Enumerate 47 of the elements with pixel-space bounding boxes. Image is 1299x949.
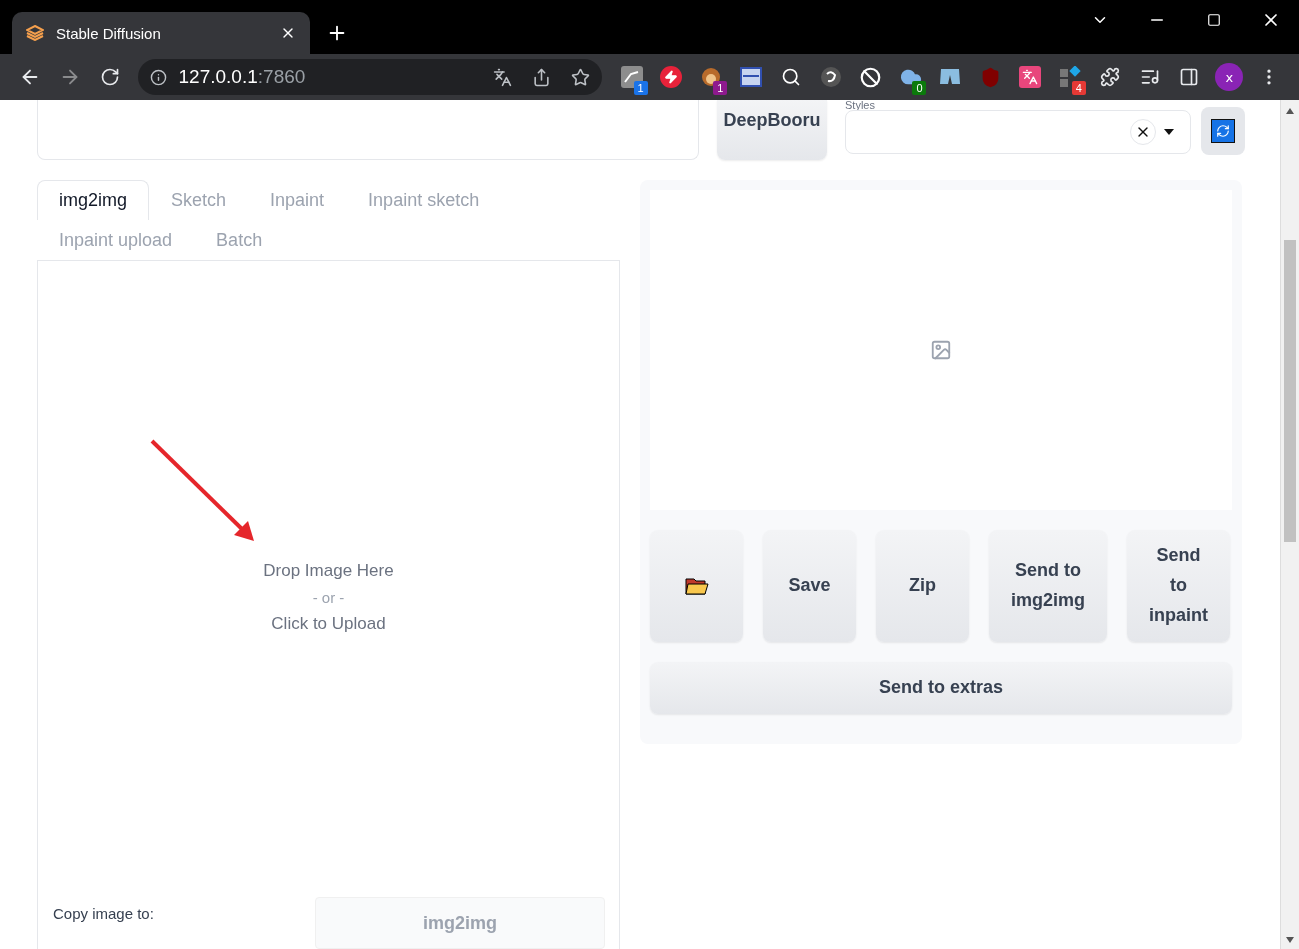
stacked-layers-icon xyxy=(26,25,44,41)
extension-badge: 4 xyxy=(1071,81,1086,95)
maximize-icon[interactable] xyxy=(1206,13,1221,27)
address-bar[interactable]: 127.0.0.1:7860 xyxy=(137,59,602,95)
magnifier-extension-icon[interactable] xyxy=(781,67,801,87)
upload-link[interactable]: Click to Upload xyxy=(271,613,386,634)
tab[interactable]: img2img xyxy=(37,180,150,220)
copy-label: Copy image to: xyxy=(53,904,154,922)
styles-label: Styles xyxy=(845,100,876,110)
caret-icon xyxy=(1164,129,1174,135)
scroll-thumb[interactable] xyxy=(1284,240,1296,542)
refresh-icon xyxy=(1216,124,1230,138)
prompt-field[interactable] xyxy=(37,100,699,160)
shorts-extension-icon[interactable] xyxy=(939,68,962,86)
block-extension-icon[interactable] xyxy=(860,66,882,88)
image-drop-area[interactable]: Drop Image Here - or - Click to Upload Copy image to: img2img xyxy=(37,260,620,949)
profile-avatar[interactable]: x xyxy=(1215,63,1244,91)
scrollbar[interactable] xyxy=(1280,100,1299,949)
browser-tab[interactable]: Stable Diffusion xyxy=(12,12,310,54)
translate-icon[interactable] xyxy=(492,67,512,87)
url-text: 127.0.0.1:7860 xyxy=(178,66,307,88)
media-icon[interactable] xyxy=(1139,67,1160,87)
deepbooru-button[interactable]: DeepBooru xyxy=(717,100,827,160)
image-placeholder-icon xyxy=(930,339,952,361)
scroll-down-icon[interactable] xyxy=(1286,937,1294,943)
side-panel-icon[interactable] xyxy=(1179,67,1200,87)
extension-badge: 1 xyxy=(713,81,728,95)
bolt-extension-icon[interactable] xyxy=(660,66,683,88)
action-button[interactable]: Zip xyxy=(876,530,969,642)
reload-icon[interactable] xyxy=(99,67,120,87)
extensions-icon[interactable] xyxy=(1099,67,1120,87)
scroll-up-icon[interactable] xyxy=(1286,108,1294,114)
tab-title: Stable Diffusion xyxy=(56,24,162,42)
action-button[interactable]: Send to img2img xyxy=(989,530,1107,642)
action-button[interactable]: Send to inpaint xyxy=(1127,530,1230,642)
action-button[interactable]: Save xyxy=(763,530,856,642)
refresh-button[interactable] xyxy=(1201,107,1245,155)
drop-hint: Drop Image Here xyxy=(263,560,394,581)
extension-badge: 1 xyxy=(633,81,648,95)
extension-badge: 0 xyxy=(912,81,927,95)
info-icon xyxy=(149,68,167,86)
folder-icon xyxy=(684,577,709,595)
or-separator: - or - xyxy=(312,588,345,606)
window-extension-icon[interactable] xyxy=(740,67,763,87)
share-icon[interactable] xyxy=(531,67,551,87)
bookmark-star-icon[interactable] xyxy=(570,67,590,87)
send-to-extras-button[interactable]: Send to extras xyxy=(650,662,1232,714)
